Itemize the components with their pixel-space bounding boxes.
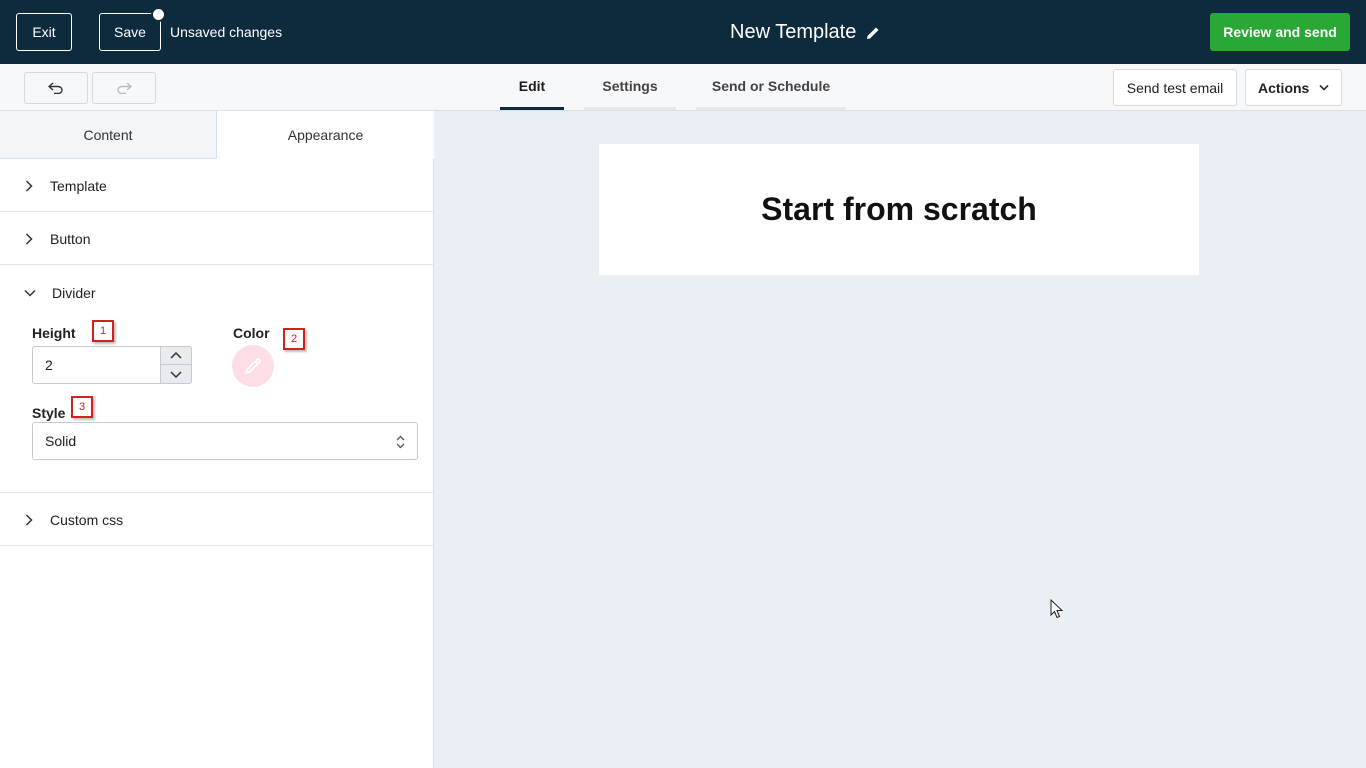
section-button-label: Button (50, 230, 91, 247)
redo-icon (117, 82, 132, 94)
actions-dropdown[interactable]: Actions (1245, 69, 1342, 106)
section-template-label: Template (50, 177, 107, 194)
template-title[interactable]: New Template (730, 21, 880, 44)
canvas-heading[interactable]: Start from scratch (761, 191, 1037, 228)
undo-button[interactable] (24, 72, 88, 104)
annotation-marker-2: 2 (283, 328, 305, 350)
section-button[interactable]: Button (0, 212, 434, 265)
color-picker-button[interactable] (232, 345, 274, 387)
send-test-email-button[interactable]: Send test email (1113, 69, 1237, 106)
section-template[interactable]: Template (0, 159, 434, 212)
color-label: Color (233, 325, 270, 341)
annotation-marker-1: 1 (92, 320, 114, 342)
pencil-icon[interactable] (866, 26, 880, 40)
top-bar: Exit Save Unsaved changes New Template R… (0, 0, 1366, 64)
annotation-marker-3: 3 (71, 396, 93, 418)
undo-icon (48, 82, 63, 94)
chevron-down-icon (170, 370, 182, 378)
select-arrows-icon (396, 435, 405, 449)
section-divider-label: Divider (52, 284, 96, 301)
chevron-down-icon (24, 289, 36, 297)
style-select[interactable]: Solid (32, 422, 418, 460)
actions-label: Actions (1258, 79, 1310, 96)
eyedropper-icon (244, 358, 261, 375)
tab-edit[interactable]: Edit (500, 64, 564, 110)
style-label: Style (32, 405, 66, 421)
chevron-up-icon (170, 352, 182, 359)
height-stepper (160, 346, 192, 384)
editor-toolbar: Edit Settings Send or Schedule Send test… (0, 64, 1366, 111)
mouse-cursor-icon (1050, 599, 1064, 619)
height-label: Height (32, 325, 76, 341)
height-decrement-button[interactable] (161, 365, 191, 383)
unsaved-indicator-dot (151, 7, 166, 22)
height-increment-button[interactable] (161, 347, 191, 365)
section-custom-css-label: Custom css (50, 511, 124, 528)
chevron-right-icon (25, 232, 33, 245)
chevron-down-icon (1319, 84, 1329, 91)
side-panel: Content Appearance Template Button Divid… (0, 111, 434, 768)
height-value: 2 (45, 357, 53, 373)
redo-button[interactable] (92, 72, 156, 104)
review-and-send-button[interactable]: Review and send (1210, 13, 1350, 51)
tab-settings[interactable]: Settings (584, 64, 676, 110)
exit-button[interactable]: Exit (16, 13, 72, 51)
tab-appearance[interactable]: Appearance (217, 111, 434, 159)
chevron-right-icon (25, 179, 33, 192)
chevron-right-icon (25, 513, 33, 526)
tab-content[interactable]: Content (0, 111, 217, 159)
template-title-text: New Template (730, 21, 857, 43)
section-custom-css[interactable]: Custom css (0, 493, 434, 546)
style-selected-value: Solid (45, 433, 77, 449)
tab-send-or-schedule[interactable]: Send or Schedule (696, 64, 846, 110)
email-canvas-block[interactable]: Start from scratch (599, 144, 1199, 275)
height-input[interactable]: 2 (32, 346, 192, 384)
unsaved-changes-text: Unsaved changes (170, 24, 283, 40)
section-divider-header[interactable]: Divider (24, 266, 96, 319)
